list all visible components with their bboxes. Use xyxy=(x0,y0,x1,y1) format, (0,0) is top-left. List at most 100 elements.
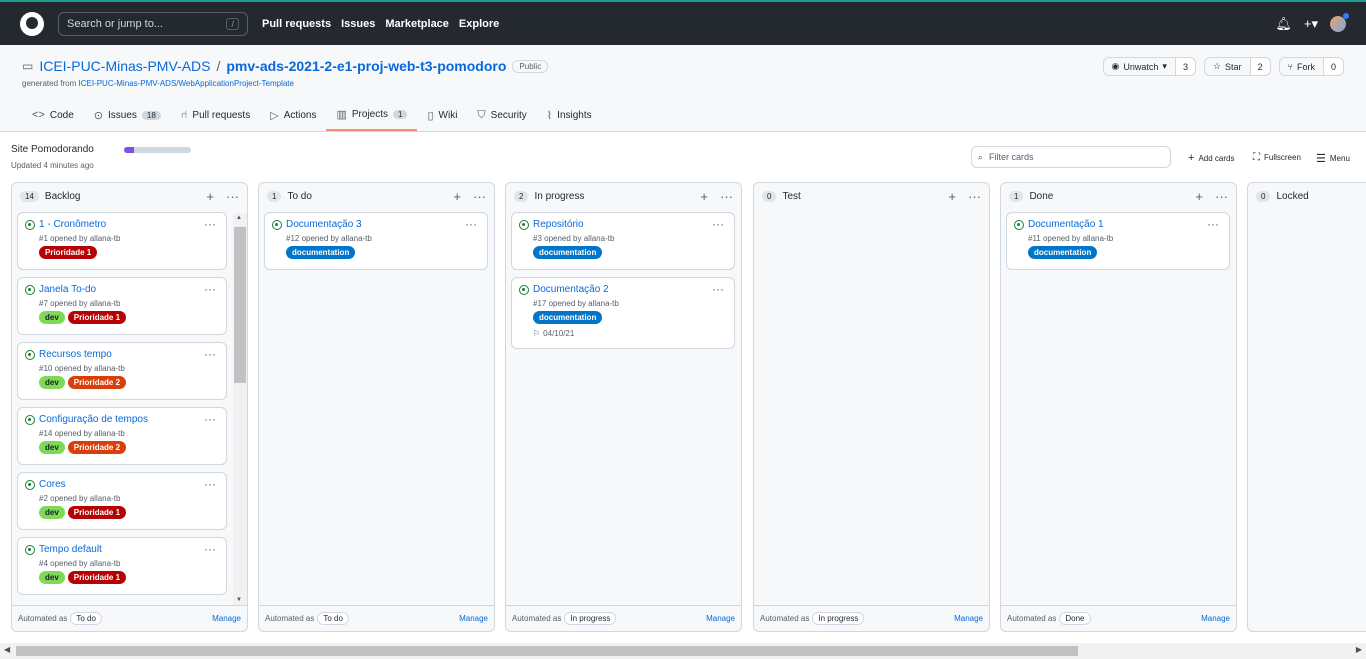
bell-icon[interactable]: 🔔︎ xyxy=(1275,16,1292,32)
card-title[interactable]: Recursos tempo xyxy=(39,349,218,360)
menu-button[interactable]: ☰ Menu xyxy=(1316,152,1350,165)
tab-wiki[interactable]: ▯ Wiki xyxy=(417,99,467,131)
issue-card[interactable]: Tempo default #4 opened by allana-tb dev… xyxy=(17,537,227,595)
card-menu-icon[interactable]: ··· xyxy=(1207,217,1219,231)
add-card-icon[interactable]: + xyxy=(206,189,214,204)
column-menu-icon[interactable]: ··· xyxy=(473,189,486,204)
add-card-icon[interactable]: + xyxy=(700,189,708,204)
tab-code[interactable]: <> Code xyxy=(22,99,84,131)
issue-label[interactable]: documentation xyxy=(533,246,603,259)
manage-automation-link[interactable]: Manage xyxy=(212,614,241,623)
watch-count[interactable]: 3 xyxy=(1174,58,1195,75)
card-menu-icon[interactable]: ··· xyxy=(465,217,477,231)
horizontal-scrollbar[interactable]: ◀ ▶ xyxy=(0,643,1366,659)
repo-owner-link[interactable]: ICEI-PUC-Minas-PMV-ADS xyxy=(39,58,210,74)
issue-label[interactable]: documentation xyxy=(533,311,603,324)
nav-issues[interactable]: Issues xyxy=(341,18,375,30)
issue-card[interactable]: Configuração de tempos #14 opened by all… xyxy=(17,407,227,465)
tab-projects[interactable]: ▥ Projects 1 xyxy=(326,99,418,131)
column-scrollbar[interactable]: ▲ ▼ xyxy=(233,213,247,605)
fork-button[interactable]: ⑂ Fork 0 xyxy=(1278,57,1344,76)
column-menu-icon[interactable]: ··· xyxy=(720,189,733,204)
manage-automation-link[interactable]: Manage xyxy=(954,614,983,623)
card-title[interactable]: 1 - Cronômetro xyxy=(39,219,218,230)
issue-label[interactable]: documentation xyxy=(1028,246,1098,259)
tab-insights[interactable]: ⌇ Insights xyxy=(537,99,602,131)
issue-label[interactable]: dev xyxy=(39,571,65,584)
filter-cards-input[interactable]: ⌕ Filter cards xyxy=(971,146,1171,168)
nav-marketplace[interactable]: Marketplace xyxy=(385,18,449,30)
column-menu-icon[interactable]: ··· xyxy=(968,189,981,204)
card-milestone[interactable]: ⚐ 04/10/21 xyxy=(533,329,726,338)
scrollbar-thumb[interactable] xyxy=(234,227,246,383)
issue-label[interactable]: Prioridade 1 xyxy=(67,571,127,584)
plus-dropdown-icon[interactable]: +▾ xyxy=(1304,16,1318,32)
nav-explore[interactable]: Explore xyxy=(459,18,499,30)
scroll-right-icon[interactable]: ▶ xyxy=(1356,645,1362,654)
project-name[interactable]: Site Pomodorando xyxy=(11,144,94,155)
card-menu-icon[interactable]: ··· xyxy=(204,542,216,556)
manage-automation-link[interactable]: Manage xyxy=(459,614,488,623)
card-menu-icon[interactable]: ··· xyxy=(204,412,216,426)
card-title[interactable]: Documentação 1 xyxy=(1028,219,1221,230)
card-menu-icon[interactable]: ··· xyxy=(204,282,216,296)
issue-label[interactable]: Prioridade 2 xyxy=(67,376,127,389)
search-input[interactable]: Search or jump to... / xyxy=(58,11,248,36)
add-card-icon[interactable]: + xyxy=(453,189,461,204)
tab-security[interactable]: ⛉ Security xyxy=(467,99,536,131)
card-menu-icon[interactable]: ··· xyxy=(712,217,724,231)
star-count[interactable]: 2 xyxy=(1249,58,1270,75)
issue-card[interactable]: Recursos tempo #10 opened by allana-tb d… xyxy=(17,342,227,400)
column-menu-icon[interactable]: ··· xyxy=(226,189,239,204)
scrollbar-thumb[interactable] xyxy=(16,646,1078,656)
tab-actions[interactable]: ▷ Actions xyxy=(260,99,326,131)
nav-pull-requests[interactable]: Pull requests xyxy=(262,18,331,30)
manage-automation-link[interactable]: Manage xyxy=(706,614,735,623)
tab-issues[interactable]: ⊙ Issues 18 xyxy=(84,99,171,131)
issue-label[interactable]: Prioridade 1 xyxy=(67,506,127,519)
card-title[interactable]: Configuração de tempos xyxy=(39,414,218,425)
issue-card[interactable]: Documentação 2 #17 opened by allana-tb d… xyxy=(511,277,735,349)
card-title[interactable]: Repositório xyxy=(533,219,726,230)
column-menu-icon[interactable]: ··· xyxy=(1215,189,1228,204)
card-title[interactable]: Documentação 3 xyxy=(286,219,479,230)
fullscreen-button[interactable]: ⛶ Fullscreen xyxy=(1253,152,1301,163)
add-card-icon[interactable]: + xyxy=(948,189,956,204)
issue-label[interactable]: dev xyxy=(39,311,65,324)
add-card-icon[interactable]: + xyxy=(1195,189,1203,204)
scroll-up-icon[interactable]: ▲ xyxy=(236,215,242,221)
tab-pull-requests[interactable]: ⑁ Pull requests xyxy=(171,99,260,131)
card-menu-icon[interactable]: ··· xyxy=(204,477,216,491)
add-cards-button[interactable]: + Add cards xyxy=(1188,152,1234,164)
star-button[interactable]: ☆ Star 2 xyxy=(1203,57,1271,76)
scroll-down-icon[interactable]: ▼ xyxy=(236,597,242,603)
scroll-left-icon[interactable]: ◀ xyxy=(4,645,10,654)
issue-label[interactable]: Prioridade 2 xyxy=(67,441,127,454)
card-menu-icon[interactable]: ··· xyxy=(204,217,216,231)
card-title[interactable]: Tempo default xyxy=(39,544,218,555)
avatar[interactable] xyxy=(1330,12,1349,32)
issue-card[interactable]: Repositório #3 opened by allana-tb docum… xyxy=(511,212,735,270)
github-logo-icon[interactable] xyxy=(20,11,44,36)
card-menu-icon[interactable]: ··· xyxy=(204,347,216,361)
manage-automation-link[interactable]: Manage xyxy=(1201,614,1230,623)
card-title[interactable]: Janela To-do xyxy=(39,284,218,295)
card-menu-icon[interactable]: ··· xyxy=(712,282,724,296)
issue-label[interactable]: dev xyxy=(39,376,65,389)
issue-label[interactable]: Prioridade 1 xyxy=(67,311,127,324)
unwatch-button[interactable]: ◉ Unwatch ▾ 3 xyxy=(1102,57,1196,76)
repo-name-link[interactable]: pmv-ads-2021-2-e1-proj-web-t3-pomodoro xyxy=(226,58,506,74)
fork-count[interactable]: 0 xyxy=(1322,58,1343,75)
issue-label[interactable]: documentation xyxy=(286,246,356,259)
issue-label[interactable]: Prioridade 1 xyxy=(39,246,98,259)
issue-label[interactable]: dev xyxy=(39,441,65,454)
issue-card[interactable]: Documentação 3 #12 opened by allana-tb d… xyxy=(264,212,488,270)
template-link[interactable]: ICEI-PUC-Minas-PMV-ADS/WebApplicationPro… xyxy=(78,79,293,88)
issue-card[interactable]: Cores #2 opened by allana-tb dev Priorida… xyxy=(17,472,227,530)
issue-card[interactable]: Documentação 1 #11 opened by allana-tb d… xyxy=(1006,212,1230,270)
card-title[interactable]: Cores xyxy=(39,479,218,490)
issue-card[interactable]: Janela To-do #7 opened by allana-tb dev P… xyxy=(17,277,227,335)
card-title[interactable]: Documentação 2 xyxy=(533,284,726,295)
issue-card[interactable]: 1 - Cronômetro #1 opened by allana-tb Pr… xyxy=(17,212,227,270)
issue-label[interactable]: dev xyxy=(39,506,65,519)
